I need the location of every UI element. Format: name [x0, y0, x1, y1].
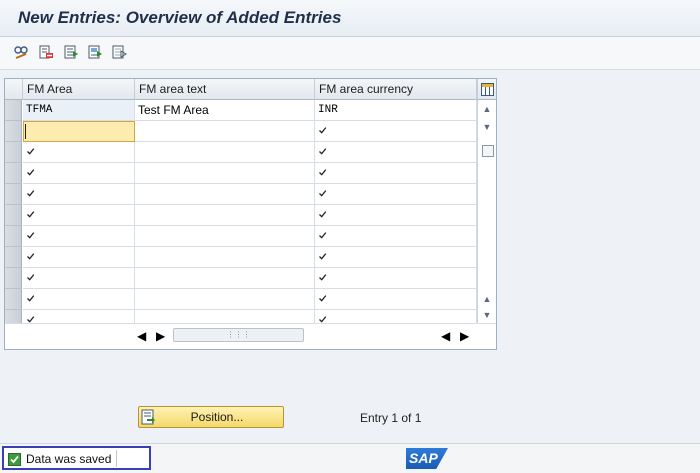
checkbox[interactable]	[318, 147, 328, 157]
cell-fm-area-text[interactable]	[135, 205, 315, 226]
column-header-fm-area[interactable]: FM Area	[23, 79, 135, 100]
cell-fm-area-text[interactable]: Test FM Area	[135, 100, 315, 121]
cell-fm-area-currency[interactable]	[315, 289, 477, 310]
cell-fm-area-text[interactable]	[135, 268, 315, 289]
select-block-icon[interactable]	[86, 43, 104, 61]
scroll-far-right-icon[interactable]: ▶	[460, 329, 470, 343]
checkbox[interactable]	[318, 126, 328, 136]
scroll-down-icon[interactable]: ▼	[481, 310, 493, 320]
row-selector[interactable]	[5, 205, 22, 226]
delete-icon[interactable]	[37, 43, 55, 61]
checkbox[interactable]	[318, 294, 328, 304]
cell-fm-area[interactable]	[23, 247, 135, 268]
column-header-fm-area-text[interactable]: FM area text	[135, 79, 315, 100]
cell-fm-area[interactable]	[23, 268, 135, 289]
status-message-text: Data was saved	[26, 452, 112, 466]
row-selector[interactable]	[5, 289, 22, 310]
horizontal-scrollbar-row: ◀ ▶ ⋮⋮⋮ ◀ ▶	[5, 323, 496, 349]
select-all-icon[interactable]	[62, 43, 80, 61]
row-selector[interactable]	[5, 142, 22, 163]
status-message[interactable]: Data was saved	[2, 446, 151, 470]
cell-fm-area[interactable]	[23, 184, 135, 205]
row-selector[interactable]	[5, 226, 22, 247]
checkbox[interactable]	[26, 210, 36, 220]
checkbox[interactable]	[318, 189, 328, 199]
cell-fm-area-text[interactable]	[135, 163, 315, 184]
checkbox[interactable]	[26, 231, 36, 241]
scroll-right-icon[interactable]: ▶	[156, 329, 166, 343]
row-selector[interactable]	[5, 163, 22, 184]
row-selector[interactable]	[5, 100, 22, 121]
cell-fm-area-text[interactable]	[135, 142, 315, 163]
scroll-left-icon[interactable]: ◀	[137, 329, 147, 343]
cell-fm-area-currency[interactable]: INR	[315, 100, 477, 121]
vertical-scrollbar[interactable]: ▲ ▼ ▲ ▼	[477, 100, 496, 323]
row-selector[interactable]	[5, 184, 22, 205]
table-settings-icon[interactable]	[477, 79, 496, 100]
row-selector[interactable]	[5, 121, 22, 142]
cell-fm-area-text[interactable]	[135, 247, 315, 268]
cell-fm-area-currency[interactable]	[315, 247, 477, 268]
deselect-all-icon[interactable]	[110, 43, 128, 61]
checkbox[interactable]	[26, 168, 36, 178]
cell-fm-area-currency[interactable]	[315, 184, 477, 205]
cell-fm-area[interactable]	[23, 226, 135, 247]
cell-fm-area[interactable]: TFMA	[23, 100, 135, 121]
cell-text: INR	[318, 104, 338, 116]
cell-fm-area[interactable]	[23, 289, 135, 310]
checkbox[interactable]	[318, 231, 328, 241]
success-check-icon	[8, 453, 21, 466]
cell-text: Test FM Area	[138, 103, 209, 117]
checkbox[interactable]	[26, 252, 36, 262]
scroll-up-icon[interactable]: ▲	[481, 104, 493, 114]
position-button-label: Position...	[190, 410, 244, 424]
cell-fm-area[interactable]	[23, 121, 135, 142]
select-all-rows-header[interactable]	[5, 79, 23, 100]
cell-text: TFMA	[26, 104, 53, 116]
cell-fm-area[interactable]	[23, 205, 135, 226]
column-header-fm-area-currency[interactable]: FM area currency	[315, 79, 477, 100]
checkbox[interactable]	[26, 273, 36, 283]
cell-fm-area-currency[interactable]	[315, 268, 477, 289]
cell-fm-area-text[interactable]	[135, 226, 315, 247]
entries-table: FM Area FM area text FM area currency TF…	[4, 78, 497, 350]
position-button[interactable]: Position...	[138, 406, 284, 428]
scroll-page-down-icon[interactable]: ▼	[481, 122, 493, 132]
title-bar: New Entries: Overview of Added Entries	[0, 0, 700, 37]
horizontal-scroll-thumb[interactable]: ⋮⋮⋮	[173, 328, 304, 342]
cell-fm-area[interactable]	[23, 163, 135, 184]
sap-logo: SAP	[406, 448, 448, 469]
cell-fm-area-currency[interactable]	[315, 163, 477, 184]
cell-fm-area[interactable]	[23, 142, 135, 163]
toolbar	[0, 37, 700, 70]
checkbox[interactable]	[318, 210, 328, 220]
main-content: FM Area FM area text FM area currency TF…	[0, 70, 700, 443]
checkbox[interactable]	[318, 273, 328, 283]
cell-fm-area-text[interactable]	[135, 289, 315, 310]
checkbox[interactable]	[318, 168, 328, 178]
scroll-far-left-icon[interactable]: ◀	[441, 329, 451, 343]
checkbox[interactable]	[26, 189, 36, 199]
cell-fm-area-currency[interactable]	[315, 226, 477, 247]
checkbox[interactable]	[26, 147, 36, 157]
entry-counter: Entry 1 of 1	[360, 411, 422, 425]
scroll-page-up-icon[interactable]: ▲	[481, 294, 493, 304]
cell-fm-area-text[interactable]	[135, 121, 315, 142]
row-selector[interactable]	[5, 247, 22, 268]
cell-fm-area-text[interactable]	[135, 184, 315, 205]
table-grid: FM Area FM area text FM area currency TF…	[5, 79, 477, 331]
checkbox[interactable]	[26, 294, 36, 304]
checkbox[interactable]	[318, 252, 328, 262]
display-change-icon[interactable]	[12, 43, 30, 61]
row-selector[interactable]	[5, 268, 22, 289]
status-bar: Data was saved SAP	[0, 443, 700, 473]
page-title: New Entries: Overview of Added Entries	[18, 8, 342, 27]
vertical-scroll-thumb[interactable]	[482, 145, 494, 157]
cell-fm-area-currency[interactable]	[315, 121, 477, 142]
cell-fm-area-currency[interactable]	[315, 205, 477, 226]
cell-fm-area-currency[interactable]	[315, 142, 477, 163]
status-divider	[116, 450, 117, 467]
